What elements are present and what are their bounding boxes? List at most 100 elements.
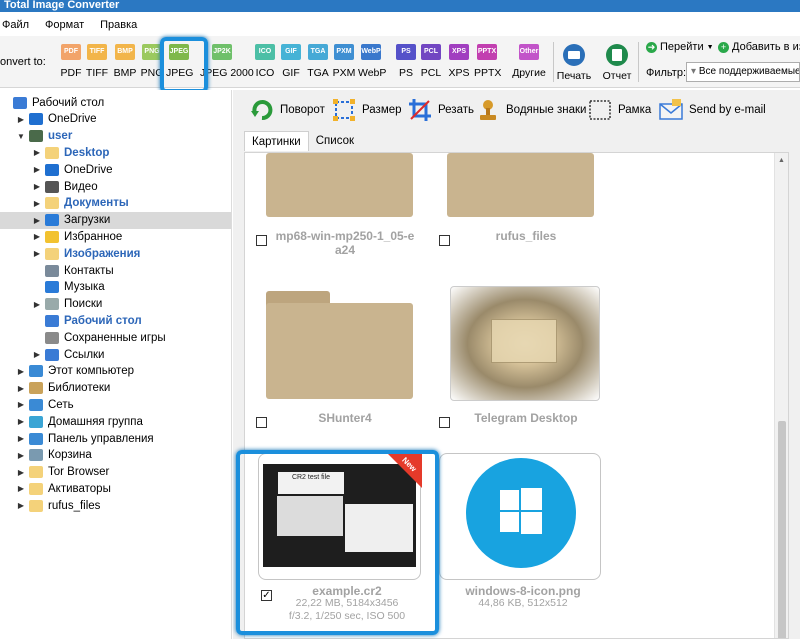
cr2-label-card: CR2 test file xyxy=(278,472,344,494)
star-icon xyxy=(45,230,59,243)
expand-arrow-icon[interactable]: ▶ xyxy=(16,484,26,493)
format-tiff-icon: TIFF xyxy=(87,44,107,60)
format-pptx-button[interactable]: PPTX PPTX xyxy=(474,40,501,79)
expand-arrow-icon[interactable]: ▶ xyxy=(32,350,42,359)
tree-item[interactable]: ▶ rufus_files xyxy=(0,497,231,514)
format-gif-button[interactable]: GIF GIF xyxy=(278,40,304,79)
tree-item[interactable]: ▶ Активаторы xyxy=(0,480,231,497)
tree-item[interactable]: ▶ Изображения xyxy=(0,245,231,262)
rotate-button[interactable]: Поворот xyxy=(249,93,325,127)
tree-item[interactable]: ▶ Избранное xyxy=(0,228,231,245)
folder-thumbnail[interactable] xyxy=(266,303,413,399)
watermark-button[interactable]: Водяные знаки xyxy=(475,93,586,127)
tree-item[interactable]: Рабочий стол xyxy=(0,312,231,329)
folder-tree[interactable]: Рабочий стол ▶ OneDrive ▼ user ▶ Desktop ▶ OneDr… xyxy=(0,90,232,639)
expand-arrow-icon[interactable]: ▶ xyxy=(32,300,42,309)
expand-arrow-icon[interactable]: ▶ xyxy=(32,232,42,241)
vertical-scrollbar[interactable]: ▲ xyxy=(774,153,788,638)
tree-item-label: OneDrive xyxy=(48,113,97,126)
tree-item-label: Документы xyxy=(64,197,129,210)
tree-item[interactable]: ▶ Домашняя группа xyxy=(0,413,231,430)
goto-button[interactable]: ➜ Перейти ▼ xyxy=(646,41,714,53)
tree-item[interactable]: ▶ Документы xyxy=(0,195,231,212)
add-to-favorites-button[interactable]: + Добавить в избра xyxy=(718,41,800,53)
expand-arrow-icon[interactable]: ▶ xyxy=(32,165,42,174)
tree-item[interactable]: Рабочий стол xyxy=(0,94,231,111)
expand-arrow-icon[interactable]: ▼ xyxy=(16,132,26,141)
tab-thumbnails[interactable]: Картинки xyxy=(244,131,309,151)
menu-format[interactable]: Формат xyxy=(45,19,84,31)
expand-arrow-icon[interactable]: ▶ xyxy=(32,182,42,191)
filter-select[interactable]: ▾ Все поддерживаемые xyxy=(686,62,800,82)
tree-item[interactable]: Контакты xyxy=(0,262,231,279)
view-tabs: Картинки Список xyxy=(244,131,361,153)
format-webp-button[interactable]: WebP WebP xyxy=(358,40,386,79)
format-jp2k-button[interactable]: JP2K JPEG 2000 xyxy=(200,40,254,79)
format-png-button[interactable]: PNG PNG xyxy=(139,40,165,79)
expand-arrow-icon[interactable]: ▶ xyxy=(16,367,26,376)
telegram-desktop-thumbnail[interactable] xyxy=(450,286,600,401)
print-button[interactable]: Печать xyxy=(556,40,592,82)
expand-arrow-icon[interactable]: ▶ xyxy=(16,434,26,443)
tree-item[interactable]: ▶ Ссылки xyxy=(0,346,231,363)
resize-button[interactable]: Размер xyxy=(331,93,402,127)
format-xps-button[interactable]: XPS XPS xyxy=(446,40,472,79)
tree-item[interactable]: ▶ Desktop xyxy=(0,144,231,161)
expand-arrow-icon[interactable]: ▶ xyxy=(16,417,26,426)
expand-arrow-icon[interactable]: ▶ xyxy=(16,451,26,460)
format-jpeg-button[interactable]: JPEG JPEG xyxy=(166,40,193,79)
expand-arrow-icon[interactable]: ▶ xyxy=(32,216,42,225)
scroll-thumb[interactable] xyxy=(778,421,786,638)
windows-icon-thumbnail[interactable] xyxy=(439,453,601,580)
tree-item[interactable]: ▼ user xyxy=(0,128,231,145)
tree-item[interactable]: ▶ Сеть xyxy=(0,396,231,413)
tree-item[interactable]: Сохраненные игры xyxy=(0,329,231,346)
folder-thumbnail[interactable] xyxy=(447,153,594,217)
format-pcl-button[interactable]: PCL PCL xyxy=(418,40,444,79)
expand-arrow-icon[interactable]: ▶ xyxy=(16,400,26,409)
format-tiff-button[interactable]: TIFF TIFF xyxy=(84,40,110,79)
menu-edit[interactable]: Правка xyxy=(100,19,137,31)
tree-item[interactable]: ▶ Tor Browser xyxy=(0,464,231,481)
tree-item[interactable]: ▶ OneDrive xyxy=(0,111,231,128)
tree-item[interactable]: ▶ Библиотеки xyxy=(0,380,231,397)
format-other-button[interactable]: Other Другие xyxy=(507,40,551,79)
format-ps-button[interactable]: PS PS xyxy=(393,40,419,79)
folder-thumbnail[interactable] xyxy=(266,153,413,217)
format-pxm-button[interactable]: PXM PXM xyxy=(331,40,357,79)
video-icon xyxy=(45,180,59,193)
expand-arrow-icon[interactable]: ▶ xyxy=(32,199,42,208)
format-label: PXM xyxy=(332,67,356,79)
file-checkbox[interactable] xyxy=(256,235,267,246)
frame-button[interactable]: Рамка xyxy=(587,93,651,127)
file-checkbox[interactable] xyxy=(439,235,450,246)
expand-arrow-icon[interactable]: ▶ xyxy=(16,115,26,124)
tree-item[interactable]: ▶ Корзина xyxy=(0,447,231,464)
format-pdf-button[interactable]: PDF PDF xyxy=(58,40,84,79)
format-tga-button[interactable]: TGA TGA xyxy=(305,40,331,79)
expand-arrow-icon[interactable]: ▶ xyxy=(16,384,26,393)
expand-arrow-icon[interactable]: ▶ xyxy=(32,249,42,258)
example-cr2-thumbnail[interactable]: CR2 test file New xyxy=(258,452,422,580)
tree-item[interactable]: ▶ Загрузки xyxy=(0,211,231,229)
expand-arrow-icon[interactable]: ▶ xyxy=(16,501,26,510)
tree-item[interactable]: ▶ Видео xyxy=(0,178,231,195)
format-tga-icon: TGA xyxy=(308,44,328,60)
tree-item[interactable]: ▶ Поиски xyxy=(0,296,231,313)
crop-button[interactable]: Резать xyxy=(407,93,474,127)
report-button[interactable]: Отчет xyxy=(600,40,634,82)
file-checkbox[interactable] xyxy=(256,417,267,428)
tree-item[interactable]: ▶ Этот компьютер xyxy=(0,363,231,380)
expand-arrow-icon[interactable]: ▶ xyxy=(32,148,42,157)
tree-item[interactable]: ▶ OneDrive xyxy=(0,161,231,178)
scroll-up-icon[interactable]: ▲ xyxy=(778,157,785,164)
tree-item[interactable]: ▶ Панель управления xyxy=(0,430,231,447)
send-email-button[interactable]: Send by e-mail xyxy=(658,93,766,127)
format-bmp-button[interactable]: BMP BMP xyxy=(112,40,138,79)
tab-list[interactable]: Список xyxy=(309,131,361,151)
menu-file[interactable]: Файл xyxy=(2,19,29,31)
tree-item[interactable]: Музыка xyxy=(0,279,231,296)
format-ico-button[interactable]: ICO ICO xyxy=(252,40,278,79)
expand-arrow-icon[interactable]: ▶ xyxy=(16,468,26,477)
file-checkbox[interactable] xyxy=(439,417,450,428)
